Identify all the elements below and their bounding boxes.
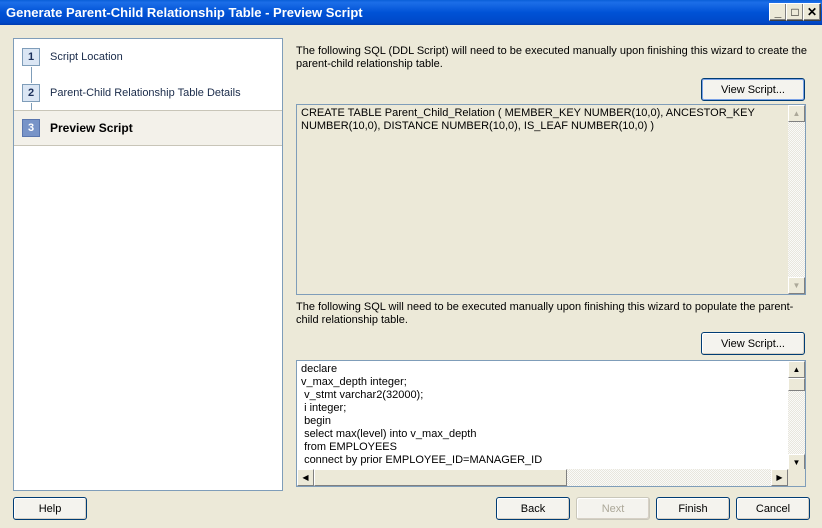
help-button[interactable]: Help <box>13 497 87 520</box>
step-label: Script Location <box>50 51 123 63</box>
maximize-icon: □ <box>791 5 799 19</box>
horizontal-scroll-thumb[interactable] <box>314 469 567 486</box>
ddl-vertical-scrollbar[interactable]: ▲ ▼ <box>788 105 805 294</box>
step-label: Preview Script <box>50 121 133 135</box>
step-preview-script[interactable]: 3 Preview Script <box>14 110 282 146</box>
view-populate-script-button[interactable]: View Script... <box>701 332 805 355</box>
step-number: 3 <box>22 119 40 137</box>
window-title: Generate Parent-Child Relationship Table… <box>6 5 363 20</box>
step-table-details[interactable]: 2 Parent-Child Relationship Table Detail… <box>14 75 282 111</box>
arrow-down-icon: ▼ <box>792 458 801 467</box>
back-button[interactable]: Back <box>496 497 570 520</box>
populate-script-textarea[interactable]: declare v_max_depth integer; v_stmt varc… <box>296 360 806 487</box>
scroll-right-button[interactable]: ▶ <box>771 469 788 486</box>
scroll-up-button[interactable]: ▲ <box>788 361 805 378</box>
populate-vertical-scrollbar[interactable]: ▲ ▼ <box>788 361 805 471</box>
scrollbar-corner <box>788 469 805 486</box>
cancel-button[interactable]: Cancel <box>736 497 810 520</box>
arrow-right-icon: ▶ <box>776 473 783 482</box>
populate-horizontal-scrollbar[interactable]: ◀ ▶ <box>297 469 788 486</box>
scroll-down-button[interactable]: ▼ <box>788 277 805 294</box>
ddl-script-textarea[interactable]: CREATE TABLE Parent_Child_Relation ( MEM… <box>296 104 806 295</box>
wizard-steps-panel: 1 Script Location 2 Parent-Child Relatio… <box>13 38 283 491</box>
arrow-left-icon: ◀ <box>302 473 309 482</box>
view-ddl-script-button[interactable]: View Script... <box>701 78 805 101</box>
arrow-down-icon: ▼ <box>792 281 801 290</box>
ddl-script-text: CREATE TABLE Parent_Child_Relation ( MEM… <box>301 107 755 132</box>
maximize-button[interactable]: □ <box>786 3 804 21</box>
populate-script-text: declare v_max_depth integer; v_stmt varc… <box>301 363 543 466</box>
minimize-icon: _ <box>774 5 782 19</box>
ddl-description: The following SQL (DDL Script) will need… <box>296 45 807 70</box>
next-button[interactable]: Next <box>576 497 650 520</box>
close-icon: ✕ <box>806 5 818 19</box>
scroll-left-button[interactable]: ◀ <box>297 469 314 486</box>
vertical-scroll-thumb[interactable] <box>788 378 805 391</box>
finish-button[interactable]: Finish <box>656 497 730 520</box>
window-title-bar[interactable]: Generate Parent-Child Relationship Table… <box>0 0 822 25</box>
step-label: Parent-Child Relationship Table Details <box>50 87 241 99</box>
arrow-up-icon: ▲ <box>792 109 801 118</box>
step-number: 2 <box>22 84 40 102</box>
step-script-location[interactable]: 1 Script Location <box>14 39 282 75</box>
arrow-up-icon: ▲ <box>792 365 801 374</box>
scroll-up-button[interactable]: ▲ <box>788 105 805 122</box>
close-button[interactable]: ✕ <box>803 3 821 21</box>
step-number: 1 <box>22 48 40 66</box>
populate-description: The following SQL will need to be execut… <box>296 301 794 326</box>
minimize-button[interactable]: _ <box>769 3 787 21</box>
